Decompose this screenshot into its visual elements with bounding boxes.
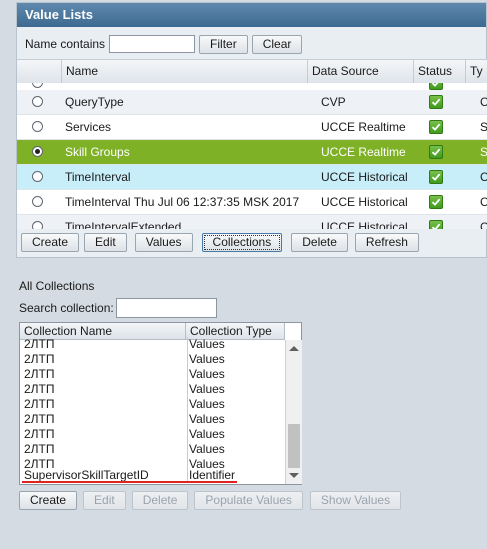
row-name: Services (65, 120, 112, 134)
search-collection-label: Search collection: (19, 301, 114, 315)
grid-header: Name Data Source Status Ty (17, 59, 487, 85)
row-data-source: UCCE Realtime (321, 120, 406, 134)
row-name: TimeInterval (65, 170, 131, 184)
scroll-up-icon[interactable] (289, 346, 299, 351)
collection-name: 2ЛТП (24, 352, 55, 366)
search-collection-input[interactable] (115, 298, 217, 318)
collection-type: Values (187, 352, 285, 367)
status-check-icon (429, 95, 443, 109)
table-row[interactable]: TimeIntervalExtended UCCE Historical C (17, 215, 487, 229)
filter-row: Name contains Filter Clear (25, 33, 303, 55)
collection-type: Values (187, 337, 285, 352)
scroll-thumb[interactable] (288, 424, 300, 468)
scroll-down-icon[interactable] (289, 473, 299, 478)
row-name: Skill Groups (65, 145, 130, 159)
values-button[interactable]: Values (134, 233, 193, 252)
row-radio[interactable] (32, 146, 43, 157)
collection-type: Values (187, 427, 285, 442)
row-radio[interactable] (32, 83, 43, 88)
create-collection-button[interactable]: Create (19, 491, 78, 510)
collection-type: Values (187, 442, 285, 457)
row-type: S (480, 120, 487, 134)
row-radio[interactable] (32, 196, 43, 207)
column-status[interactable]: Status (413, 60, 465, 84)
refresh-button[interactable]: Refresh (354, 233, 419, 252)
row-radio[interactable] (32, 121, 43, 132)
value-list-grid: QueryType CVP C Services UCCE Realtime S Skill… (17, 83, 487, 229)
row-type: C (480, 220, 487, 229)
row-radio[interactable] (32, 221, 43, 229)
filter-button[interactable]: Filter (199, 34, 248, 54)
value-list-toolbar: Create Edit Values Collections Delete Re… (21, 233, 419, 252)
collection-type: Values (187, 367, 285, 382)
status-check-icon (429, 83, 443, 90)
row-data-source: UCCE Historical (321, 170, 408, 184)
status-check-icon (429, 195, 443, 209)
row-type: C (480, 195, 487, 209)
table-row[interactable]: TimeInterval UCCE Historical C (17, 165, 487, 190)
status-check-icon (429, 170, 443, 184)
table-row[interactable]: TimeInterval Thu Jul 06 12:37:35 MSK 201… (17, 190, 487, 215)
search-collection-row: Search collection: (19, 298, 217, 318)
row-data-source: UCCE Historical (321, 220, 408, 229)
clear-button[interactable]: Clear (251, 34, 303, 54)
row-type: C (480, 170, 487, 184)
collection-type: Values (187, 397, 285, 412)
column-type[interactable]: Ty (465, 60, 487, 84)
collections-button[interactable]: Collections (201, 233, 283, 252)
status-check-icon (429, 120, 443, 134)
table-row[interactable]: QueryType CVP C (17, 90, 487, 115)
collection-name: 2ЛТП (24, 382, 55, 396)
row-name: TimeInterval Thu Jul 06 12:37:35 MSK 201… (65, 195, 300, 209)
collection-name: 2ЛТП (24, 397, 55, 411)
collection-name: 2ЛТП (24, 367, 55, 381)
collection-name: 2ЛТП (24, 427, 55, 441)
delete-button[interactable]: Delete (291, 233, 348, 252)
show-values-button[interactable]: Show Values (309, 491, 402, 510)
status-check-icon (429, 220, 443, 229)
edit-collection-button[interactable]: Edit (83, 491, 126, 510)
collection-name: 2ЛТП (24, 337, 55, 351)
edit-button[interactable]: Edit (84, 233, 127, 252)
column-data-source[interactable]: Data Source (307, 60, 413, 84)
delete-collection-button[interactable]: Delete (131, 491, 189, 510)
column-name[interactable]: Name (61, 60, 307, 84)
collections-list[interactable]: Collection Name Collection Type 2ЛТП Valu… (19, 322, 302, 485)
row-name: QueryType (65, 95, 124, 109)
collections-section-title: All Collections (19, 279, 95, 293)
collection-name: 2ЛТП (24, 442, 55, 456)
row-radio[interactable] (32, 171, 43, 182)
row-data-source: UCCE Historical (321, 195, 408, 209)
collections-scrollbar[interactable] (285, 340, 302, 484)
table-row[interactable]: Services UCCE Realtime S (17, 115, 487, 140)
row-type: S (480, 145, 487, 159)
filter-label: Name contains (25, 37, 106, 51)
populate-values-button[interactable]: Populate Values (194, 491, 303, 510)
name-filter-input[interactable] (109, 35, 196, 53)
collection-name: 2ЛТП (24, 412, 55, 426)
value-lists-panel: Value Lists Name contains Filter Clear N… (16, 2, 487, 258)
collection-type: Values (187, 412, 285, 427)
row-data-source: CVP (321, 95, 346, 109)
create-button[interactable]: Create (21, 233, 80, 252)
status-check-icon (429, 145, 443, 159)
table-row[interactable]: Skill Groups UCCE Realtime S (17, 140, 487, 165)
row-radio[interactable] (32, 96, 43, 107)
collection-type: Values (187, 382, 285, 397)
row-type: C (480, 95, 487, 109)
collection-toolbar: Create Edit Delete Populate Values Show … (19, 491, 402, 510)
annotation-underline (22, 481, 237, 483)
radio-column-header (17, 60, 61, 84)
panel-title: Value Lists (17, 3, 486, 27)
row-data-source: UCCE Realtime (321, 145, 406, 159)
row-name: TimeIntervalExtended (65, 220, 182, 229)
